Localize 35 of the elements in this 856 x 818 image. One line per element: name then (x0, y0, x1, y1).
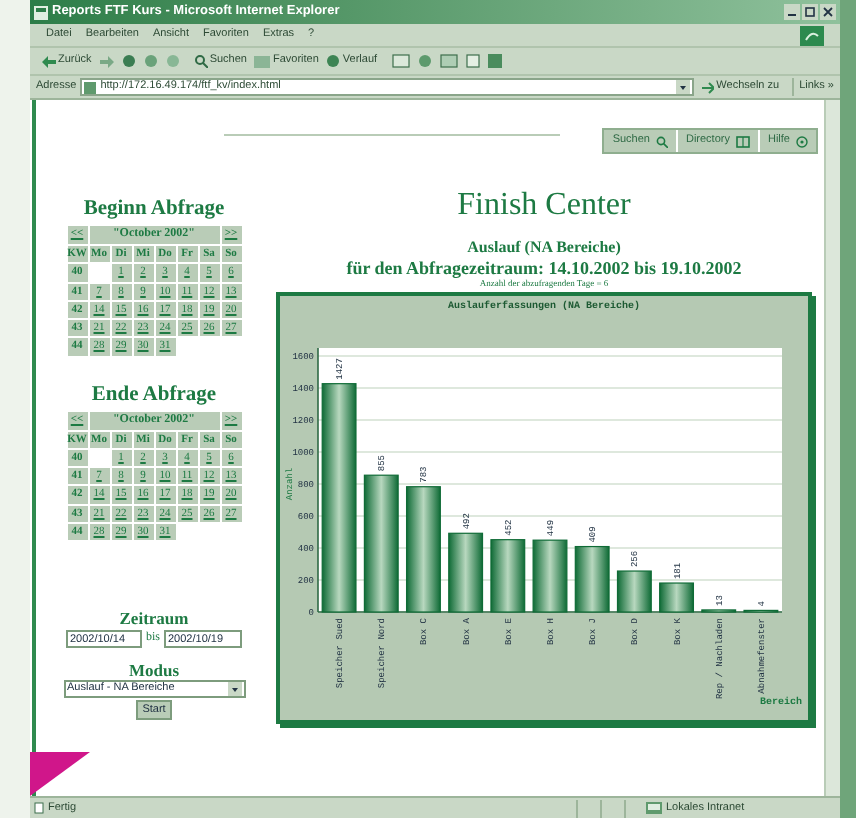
bar (448, 531, 484, 612)
browser-icon (34, 5, 48, 19)
corner-mark (30, 752, 90, 796)
forward-arrow-icon[interactable] (99, 55, 114, 67)
network-icon (646, 802, 662, 814)
maximize-icon[interactable] (802, 4, 818, 20)
bar (659, 581, 694, 612)
bar (616, 569, 652, 612)
period-label: Zeitraum (119, 608, 189, 628)
close-icon[interactable] (820, 4, 836, 20)
bar (490, 538, 526, 612)
dropdown-icon[interactable] (676, 80, 691, 94)
book-icon (735, 135, 750, 147)
minimize-icon[interactable] (784, 4, 800, 20)
bar (574, 544, 610, 612)
date-range-text: für den Abfragezeitraum: 14.10.2002 bis 19.10.2002 (346, 258, 742, 278)
calendar-heading: Ende Abfrage (91, 381, 217, 407)
page-icon[interactable] (465, 54, 480, 68)
page-title: Finish Center (457, 188, 631, 224)
calendar-heading: Beginn Abfrage (83, 196, 225, 222)
page-icon (34, 802, 44, 814)
report-subtitle: Auslauf (NA Bereiche) (467, 238, 621, 258)
bar (363, 473, 399, 612)
search-icon (193, 54, 208, 68)
mode-label: Modus (128, 660, 180, 680)
help-icon (796, 135, 808, 147)
arrow-icon (702, 81, 715, 93)
bar (405, 485, 441, 612)
back-arrow-icon (42, 55, 56, 67)
bar (532, 538, 568, 612)
dropdown-icon (227, 682, 241, 696)
search-icon (655, 135, 668, 147)
logo-icon (800, 25, 824, 45)
scrollbar[interactable] (824, 100, 840, 796)
page-icon (84, 81, 97, 93)
